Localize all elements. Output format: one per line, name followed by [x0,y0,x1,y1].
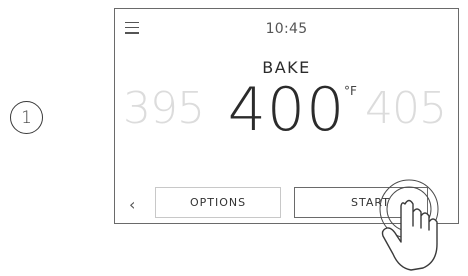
step-number: 1 [21,107,32,128]
tap-hand-icon [379,179,439,271]
options-button[interactable]: OPTIONS [155,187,281,218]
temperature-selector[interactable]: 395 400 °F 405 [115,75,458,151]
temperature-next[interactable]: 405 [365,83,447,134]
temperature-unit: °F [344,84,357,98]
chevron-left-icon[interactable]: ‹ [129,195,135,214]
step-number-badge: 1 [10,101,43,134]
clock-time: 10:45 [265,21,308,37]
